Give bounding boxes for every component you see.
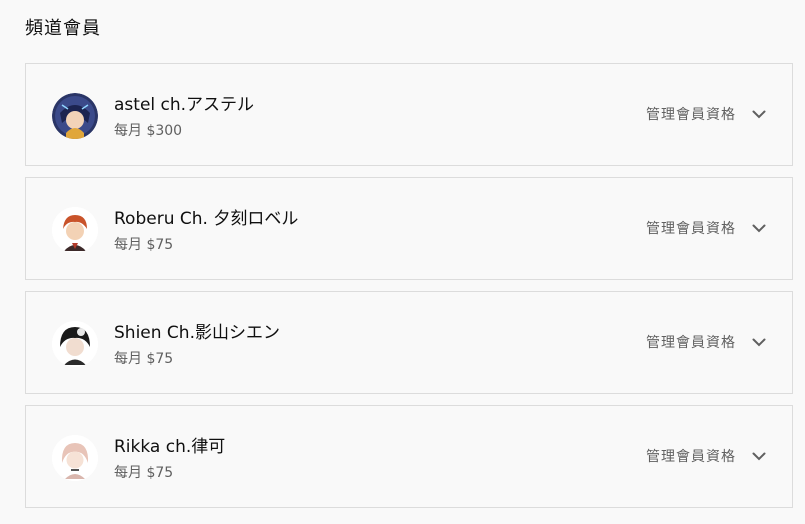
membership-price: 每月 $75 xyxy=(114,465,174,481)
membership-card-shien: Shien Ch.影山シエン 每月 $75 管理會員資格 xyxy=(25,291,793,394)
manage-membership-label: 管理會員資格 xyxy=(646,335,736,351)
channel-name[interactable]: Rikka ch.律可 xyxy=(114,432,225,457)
chevron-down-icon xyxy=(752,338,766,347)
membership-card-roberu: Roberu Ch. 夕刻ロベル 每月 $75 管理會員資格 xyxy=(25,177,793,280)
membership-card-rikka: Rikka ch.律可 每月 $75 管理會員資格 xyxy=(25,405,793,508)
channel-memberships-page: 頻道會員 astel ch.アステル 每月 $300 管理會員資格 Roberu… xyxy=(0,0,805,524)
membership-price: 每月 $300 xyxy=(114,123,183,139)
channel-name[interactable]: Roberu Ch. 夕刻ロベル xyxy=(114,204,298,229)
membership-price: 每月 $75 xyxy=(114,351,174,367)
avatar-rikka-icon xyxy=(52,435,98,481)
chevron-down-icon xyxy=(752,224,766,233)
avatar-astel-icon xyxy=(52,93,98,139)
membership-price: 每月 $75 xyxy=(114,237,174,253)
manage-membership-label: 管理會員資格 xyxy=(646,221,736,237)
avatar[interactable] xyxy=(52,321,98,367)
manage-membership-label: 管理會員資格 xyxy=(646,449,736,465)
avatar[interactable] xyxy=(52,93,98,139)
avatar-roberu-icon xyxy=(52,207,98,253)
avatar[interactable] xyxy=(52,207,98,253)
manage-membership-button[interactable]: 管理會員資格 xyxy=(646,442,768,470)
channel-name[interactable]: astel ch.アステル xyxy=(114,90,254,115)
chevron-down-icon xyxy=(752,110,766,119)
manage-membership-label: 管理會員資格 xyxy=(646,107,736,123)
manage-membership-button[interactable]: 管理會員資格 xyxy=(646,214,768,242)
avatar[interactable] xyxy=(52,435,98,481)
membership-card-astel: astel ch.アステル 每月 $300 管理會員資格 xyxy=(25,63,793,166)
section-title: 頻道會員 xyxy=(25,18,101,39)
manage-membership-button[interactable]: 管理會員資格 xyxy=(646,328,768,356)
manage-membership-button[interactable]: 管理會員資格 xyxy=(646,100,768,128)
chevron-down-icon xyxy=(752,452,766,461)
avatar-shien-icon xyxy=(52,321,98,367)
channel-name[interactable]: Shien Ch.影山シエン xyxy=(114,318,280,343)
